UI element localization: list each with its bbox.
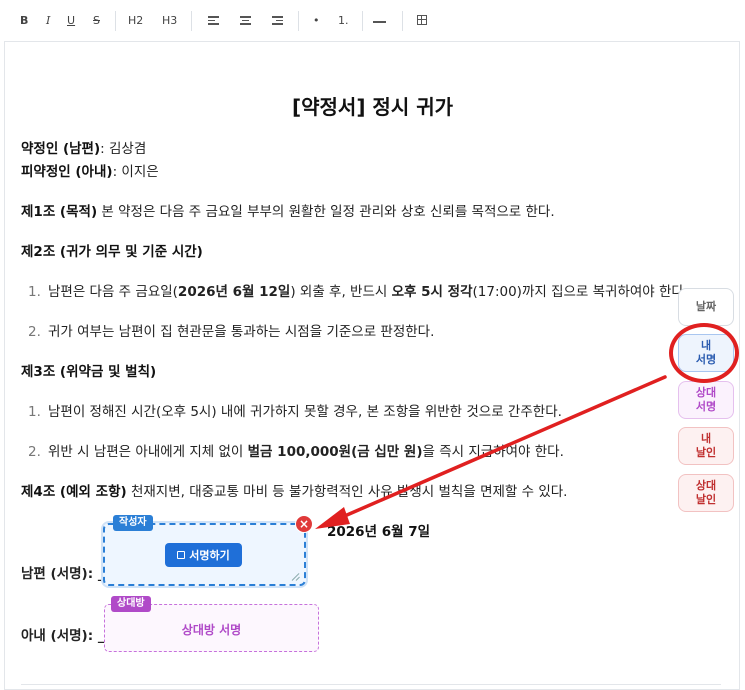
- heading3-button[interactable]: H3: [162, 14, 177, 28]
- list-item: 2. 귀가 여부는 남편이 집 현관문을 통과하는 시점을 기준으로 판정한다.: [28, 324, 435, 340]
- heading2-button[interactable]: H2: [128, 14, 143, 28]
- italic-button[interactable]: I: [46, 14, 50, 28]
- toolbar-divider: [298, 11, 299, 31]
- sign-button-label: 서명하기: [189, 549, 230, 562]
- party1-line: 약정인 (남편): 김상겸: [21, 137, 146, 157]
- list-item: 1. 남편이 정해진 시간(오후 5시) 내에 귀가하지 못할 경우, 본 조항을…: [28, 404, 562, 420]
- author-tag: 작성자: [113, 515, 153, 531]
- party1-value: : 김상겸: [100, 141, 147, 157]
- annotation-circle: [669, 323, 739, 383]
- party1-label: 약정인 (남편): [21, 141, 101, 157]
- horizontal-rule-icon[interactable]: [373, 21, 386, 23]
- party2-line: 피약정인 (아내): 이지은: [21, 160, 159, 180]
- remove-signature-button[interactable]: ×: [295, 515, 313, 533]
- list-item: 2. 위반 시 남편은 아내에게 지체 없이 벌금 100,000원(금 십만 원…: [28, 444, 564, 460]
- contract-date: 2026년 6월 7일: [327, 524, 431, 540]
- pen-icon: [177, 551, 186, 559]
- insert-other-seal-button[interactable]: 상대 날인: [678, 474, 734, 512]
- party2-label: 피약정인 (아내): [21, 164, 113, 180]
- article4-body: 천재지변, 대중교통 마비 등 불가항력적인 사유 발생시 벌칙을 면제할 수 …: [126, 484, 568, 500]
- bullet-list-button[interactable]: •: [313, 14, 320, 28]
- other-signature-placeholder: 상대방 서명: [181, 623, 242, 637]
- insert-other-signature-button[interactable]: 상대 서명: [678, 381, 734, 419]
- align-left-icon[interactable]: [208, 16, 219, 25]
- toolbar-divider: [362, 11, 363, 31]
- align-center-icon[interactable]: [240, 16, 251, 25]
- toolbar-divider: [115, 11, 116, 31]
- other-party-tag: 상대방: [111, 596, 151, 612]
- toolbar-divider: [191, 11, 192, 31]
- article1-heading: 제1조 (목적): [21, 204, 98, 220]
- party2-value: : 이지은: [112, 164, 159, 180]
- article3-heading: 제3조 (위약금 및 벌칙): [21, 364, 157, 380]
- strikethrough-button[interactable]: S: [93, 14, 100, 28]
- husband-sign-label: 남편 (서명): _: [21, 566, 105, 582]
- document-title: [약정서] 정시 귀가: [291, 95, 453, 119]
- article2-heading: 제2조 (귀가 의무 및 기준 시간): [21, 244, 203, 260]
- underline-button[interactable]: U: [67, 14, 75, 28]
- bold-button[interactable]: B: [20, 14, 28, 28]
- ordered-list-button[interactable]: 1.: [338, 14, 349, 28]
- insert-date-button[interactable]: 날짜: [678, 288, 734, 326]
- toolbar-divider: [402, 11, 403, 31]
- article4-heading: 제4조 (예외 조항): [21, 484, 127, 500]
- article4: 제4조 (예외 조항) 천재지변, 대중교통 마비 등 불가항력적인 사유 발생…: [21, 480, 567, 500]
- article1-body: 본 약정은 다음 주 금요일 부부의 원활한 일정 관리와 상호 신뢰를 목적으…: [97, 204, 555, 220]
- editor-toolbar: B I U S H2 H3 • 1.: [4, 0, 740, 42]
- sign-button[interactable]: 서명하기: [165, 543, 242, 567]
- table-icon[interactable]: [417, 15, 427, 25]
- wife-sign-label: 아내 (서명): _: [21, 628, 105, 644]
- bottom-divider: [21, 684, 721, 685]
- article1: 제1조 (목적) 본 약정은 다음 주 금요일 부부의 원활한 일정 관리와 상…: [21, 200, 555, 220]
- list-item: 1. 남편은 다음 주 금요일(2026년 6월 12일) 외출 후, 반드시 오…: [28, 284, 689, 300]
- resize-handle[interactable]: [291, 572, 300, 581]
- align-right-icon[interactable]: [272, 16, 283, 25]
- insert-my-seal-button[interactable]: 내 날인: [678, 427, 734, 465]
